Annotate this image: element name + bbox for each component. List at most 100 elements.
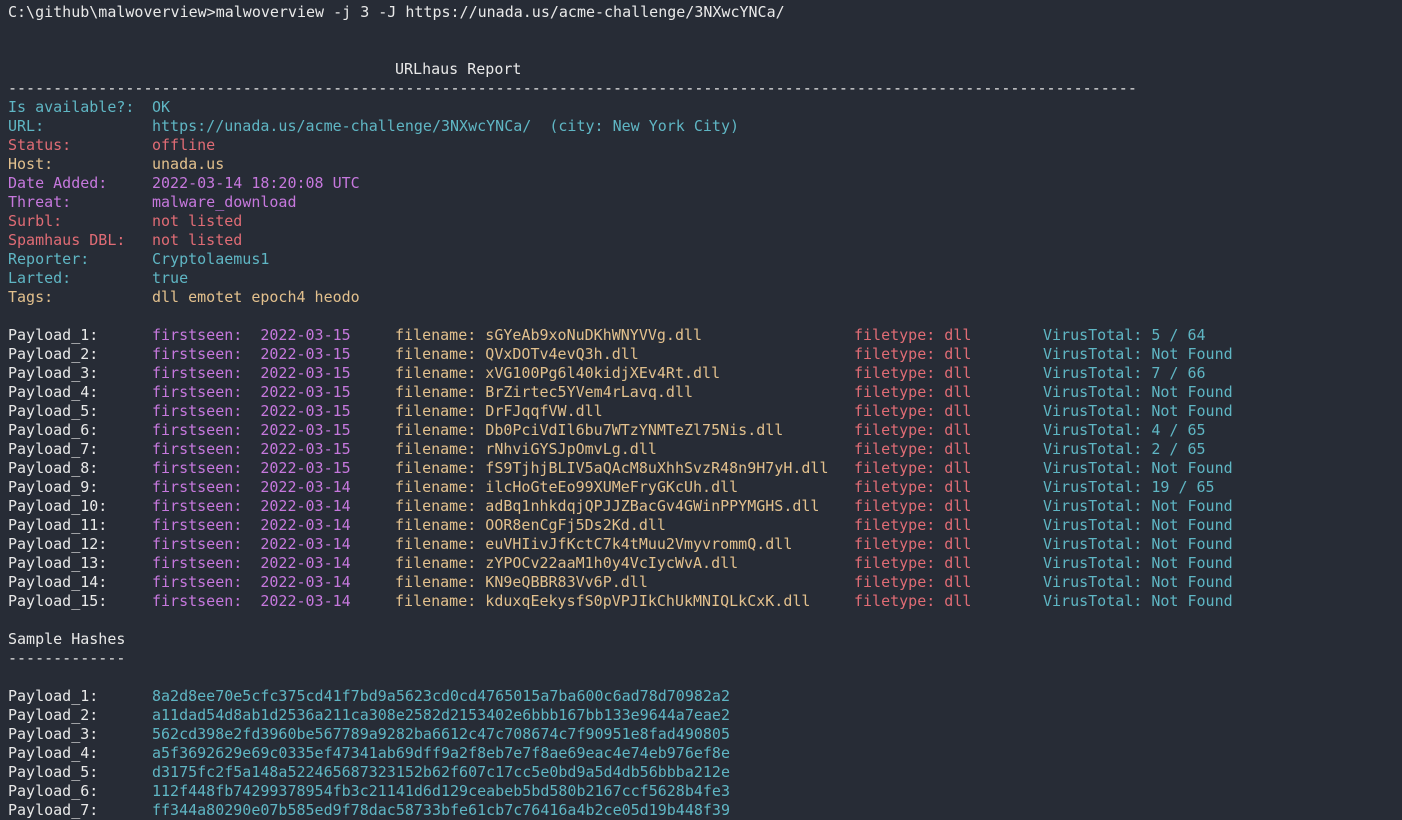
payload-filename: filename: fS9TjhjBLIV5aQAcM8uXhhSvzR48n9… [395,459,829,477]
payload-firstseen: firstseen: 2022-03-15 [152,383,351,401]
payload-virustotal: VirusTotal: 4 / 65 [1043,421,1206,439]
field-value: malware_download [152,193,297,211]
field-label: Date Added: [8,174,108,192]
payload-filetype: filetype: dll [854,554,972,572]
payload-virustotal: VirusTotal: Not Found [1043,516,1233,534]
payload-firstseen: firstseen: 2022-03-14 [152,516,351,534]
hash-label: Payload_2: [8,706,99,724]
field-value: true [152,269,189,287]
field-label: Surbl: [8,212,63,230]
field-row-url: URL: https://unada.us/acme-challenge/3NX… [8,117,739,136]
hash-value: a11dad54d8ab1d2536a211ca308e2582d2153402… [152,706,730,724]
payload-label: Payload_4: [8,383,99,401]
payload-label: Payload_12: [8,535,108,553]
payload-filename: filename: xVG100Pg6l40kidjXEv4Rt.dll [395,364,721,382]
payload-filename: filename: adBq1nhkdqjQPJJZBacGv4GWinPPYM… [395,497,820,515]
field-label: Status: [8,136,72,154]
field-value: Cryptolaemus1 [152,250,270,268]
payload-filename: filename: BrZirtec5YVem4rLavq.dll [395,383,694,401]
payload-virustotal: VirusTotal: 7 / 66 [1043,364,1206,382]
field-label: Tags: [8,288,54,306]
payload-virustotal: VirusTotal: Not Found [1043,345,1233,363]
field-value: not listed [152,212,243,230]
payload-filetype: filetype: dll [854,440,972,458]
field-label: URL: [8,117,45,135]
field-label: Larted: [8,269,72,287]
hash-label: Payload_3: [8,725,99,743]
payload-firstseen: firstseen: 2022-03-15 [152,326,351,344]
payload-label: Payload_7: [8,440,99,458]
payload-filetype: filetype: dll [854,326,972,344]
field-label: Host: [8,155,54,173]
payload-filename: filename: rNhviGYSJpOmvLg.dll [395,440,657,458]
payload-filetype: filetype: dll [854,592,972,610]
payload-filetype: filetype: dll [854,573,972,591]
payload-virustotal: VirusTotal: Not Found [1043,383,1233,401]
payload-virustotal: VirusTotal: 5 / 64 [1043,326,1206,344]
payload-filename: filename: ilcHoGteEo99XUMeFryGKcUh.dll [395,478,739,496]
payload-virustotal: VirusTotal: Not Found [1043,402,1233,420]
hash-value: 112f448fb74299378954fb3c21141d6d129ceabe… [152,782,730,800]
payload-firstseen: firstseen: 2022-03-14 [152,592,351,610]
hash-label: Payload_6: [8,782,99,800]
payload-label: Payload_5: [8,402,99,420]
payload-label: Payload_6: [8,421,99,439]
field-value: 2022-03-14 18:20:08 UTC [152,174,360,192]
field-label: Reporter: [8,250,90,268]
payload-filetype: filetype: dll [854,516,972,534]
field-value: offline [152,136,216,154]
payload-filetype: filetype: dll [854,421,972,439]
field-label: Is available?: [8,98,135,116]
payload-label: Payload_11: [8,516,108,534]
payload-filename: filename: QVxDOTv4evQ3h.dll [395,345,639,363]
report-separator: ----------------------------------------… [8,79,1137,97]
payload-label: Payload_8: [8,459,99,477]
payload-firstseen: firstseen: 2022-03-14 [152,535,351,553]
payload-virustotal: VirusTotal: Not Found [1043,535,1233,553]
field-row-status: Status: offline [8,136,215,155]
hashes-underline: ------------- [8,649,126,667]
payload-label: Payload_13: [8,554,108,572]
field-row-tags: Tags: dll emotet epoch4 heodo [8,288,360,307]
payload-filename: filename: zYPOCv22aaM1h0y4VcIycWvA.dll [395,554,739,572]
payload-filetype: filetype: dll [854,478,972,496]
payload-filename: filename: sGYeAb9xoNuDKhWNYVVg.dll [395,326,703,344]
payload-firstseen: firstseen: 2022-03-14 [152,497,351,515]
payload-label: Payload_15: [8,592,108,610]
payload-firstseen: firstseen: 2022-03-15 [152,402,351,420]
payload-label: Payload_14: [8,573,108,591]
field-value: OK [152,98,171,116]
hash-value: 8a2d8ee70e5cfc375cd41f7bd9a5623cd0cd4765… [152,687,730,705]
payload-firstseen: firstseen: 2022-03-15 [152,364,351,382]
hash-value: 562cd398e2fd3960be567789a9282ba6612c47c7… [152,725,730,743]
payload-virustotal: VirusTotal: Not Found [1043,459,1233,477]
payload-firstseen: firstseen: 2022-03-14 [152,573,351,591]
field-value: not listed [152,231,243,249]
payload-filetype: filetype: dll [854,535,972,553]
terminal-window[interactable]: C:\github\malwoverview>malwoverview -j 3… [0,0,1402,820]
payload-label: Payload_2: [8,345,99,363]
payload-label: Payload_1: [8,326,99,344]
payload-label: Payload_9: [8,478,99,496]
report-title: URLhaus Report [395,60,522,78]
field-row-date-added: Date Added: 2022-03-14 18:20:08 UTC [8,174,360,193]
payload-filetype: filetype: dll [854,345,972,363]
hash-value: d3175fc2f5a148a522465687323152b62f607c17… [152,763,730,781]
payload-filetype: filetype: dll [854,402,972,420]
hash-value: ff344a80290e07b585ed9f78dac58733bfe61cb7… [152,801,730,819]
payload-firstseen: firstseen: 2022-03-15 [152,440,351,458]
field-row-reporter: Reporter: Cryptolaemus1 [8,250,269,269]
payload-firstseen: firstseen: 2022-03-15 [152,421,351,439]
payload-filename: filename: OOR8enCgFj5Ds2Kd.dll [395,516,666,534]
hash-value: a5f3692629e69c0335ef47341ab69dff9a2f8eb7… [152,744,730,762]
payload-filename: filename: euVHIivJfKctC7k4tMuu2VmyvrommQ… [395,535,793,553]
payload-virustotal: VirusTotal: Not Found [1043,497,1233,515]
field-value: unada.us [152,155,225,173]
hash-label: Payload_5: [8,763,99,781]
payload-filename: filename: KN9eQBBR83Vv6P.dll [395,573,648,591]
payload-virustotal: VirusTotal: 2 / 65 [1043,440,1206,458]
field-row-larted: Larted: true [8,269,188,288]
hash-label: Payload_7: [8,801,99,819]
field-row-threat: Threat: malware_download [8,193,297,212]
hash-label: Payload_4: [8,744,99,762]
